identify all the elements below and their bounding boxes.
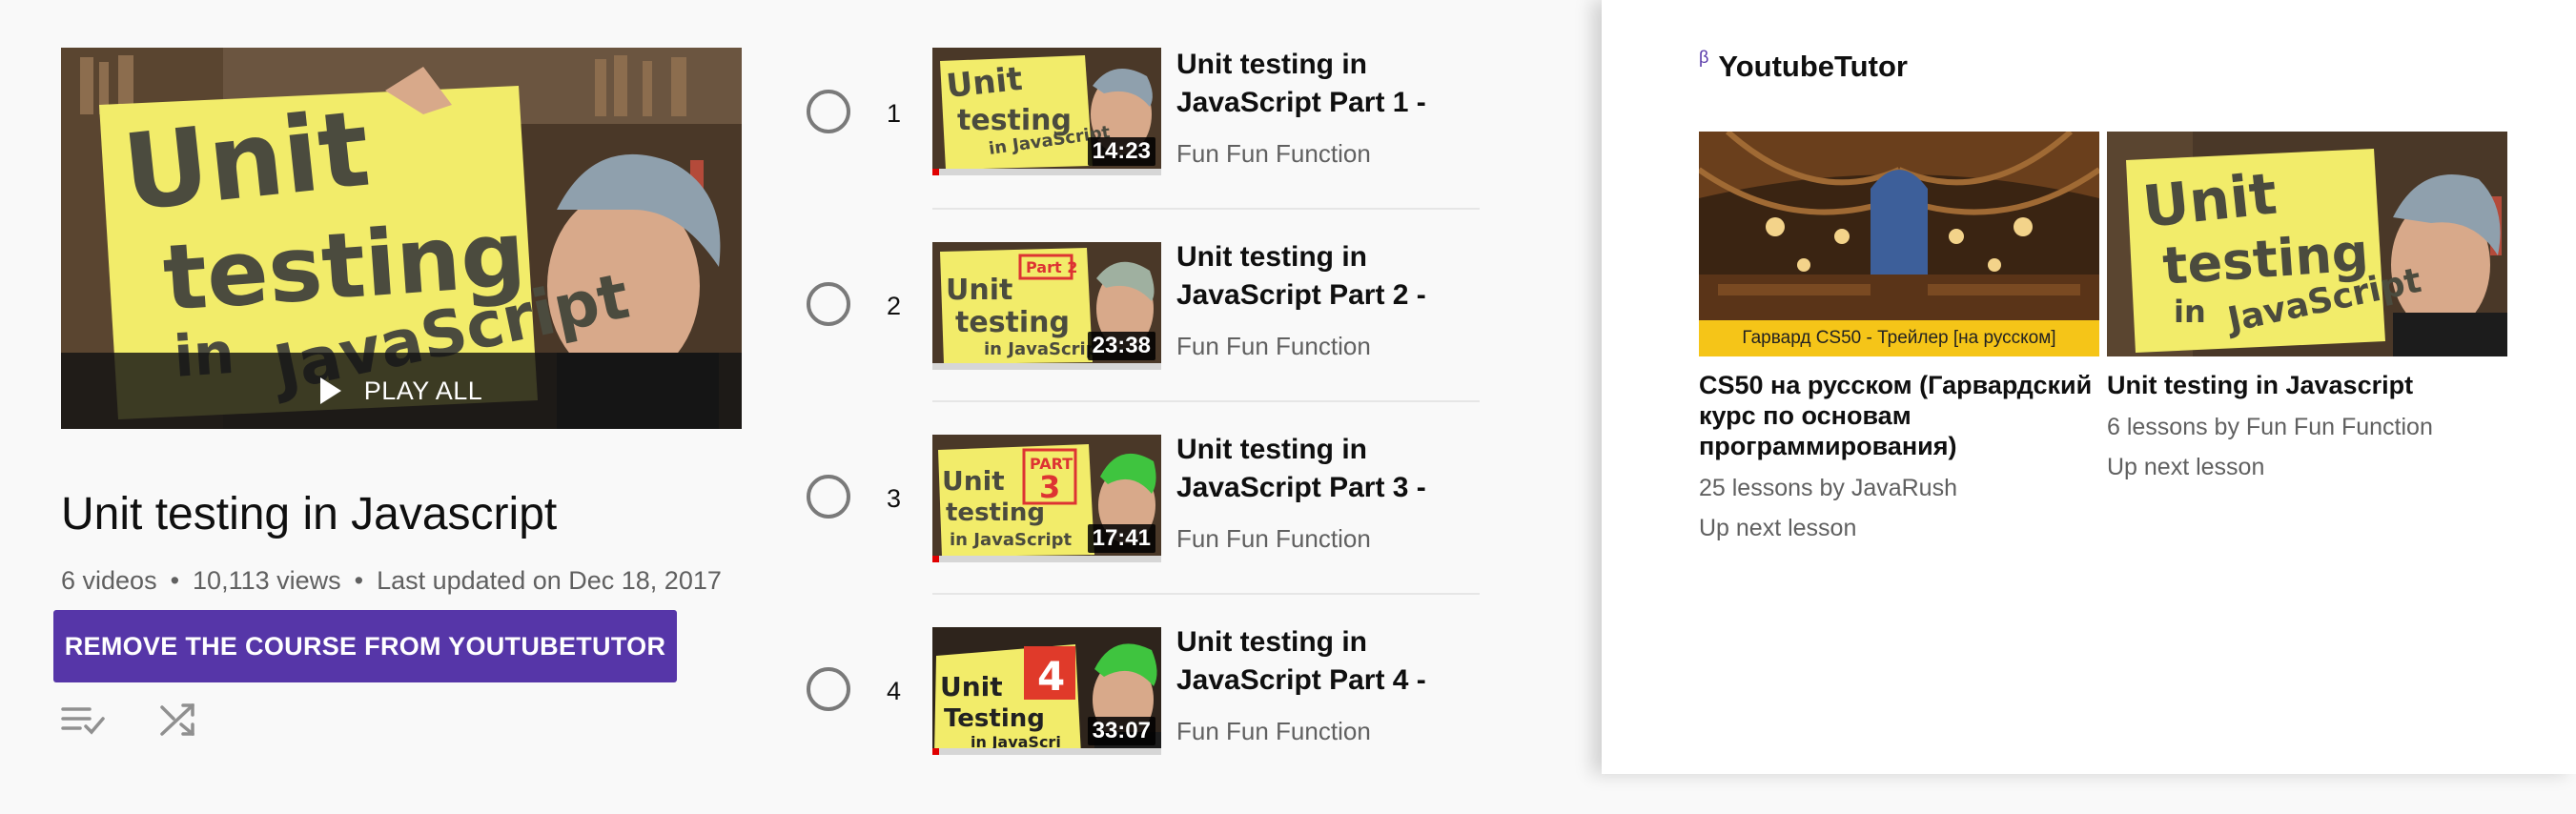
svg-text:Unit: Unit	[942, 465, 1005, 497]
svg-text:testing: testing	[946, 499, 1045, 527]
playlist-header: Unit testing in JavaScript PLAY ALL Unit…	[0, 0, 763, 774]
watch-progress-bar	[932, 169, 1161, 175]
watch-progress-bar	[932, 556, 1161, 562]
video-duration: 17:41	[1087, 524, 1155, 553]
watch-progress-bar	[932, 748, 1161, 755]
playlist-actions	[61, 702, 202, 740]
svg-text:Unit: Unit	[946, 274, 1012, 307]
video-channel[interactable]: Fun Fun Function	[1176, 524, 1371, 554]
playlist-title: Unit testing in Javascript	[61, 489, 558, 539]
video-thumbnail[interactable]: PART 3 Unit testing in JavaScript 17:41	[932, 435, 1161, 562]
video-title[interactable]: Unit testing in JavaScript Part 3 -	[1176, 431, 1482, 507]
video-list: 1 Unit testing in JavaScript 14:23 Unit te…	[791, 0, 1497, 774]
course-title[interactable]: Unit testing in Javascript	[2107, 370, 2507, 400]
video-title[interactable]: Unit testing in JavaScript Part 4 -	[1176, 623, 1482, 700]
course-card[interactable]: Unit testing in JavaScript Unit testing …	[2107, 132, 2507, 481]
shuffle-icon[interactable]	[156, 702, 202, 740]
youtubetutor-panel: β YoutubeTutor Гарвард CS50 - Трейлер [н…	[1602, 0, 2576, 774]
svg-text:Unit: Unit	[940, 671, 1003, 702]
course-thumbnail[interactable]: Гарвард CS50 - Трейлер [на русском]	[1699, 132, 2099, 356]
play-all-label: PLAY ALL	[363, 376, 483, 405]
video-index: 1	[887, 99, 902, 128]
svg-text:Testing: Testing	[944, 704, 1045, 733]
svg-text:in: in	[2174, 294, 2206, 330]
extension-brand: β YoutubeTutor	[1699, 48, 1908, 84]
playlist-stats: 6 videos • 10,113 views • Last updated o…	[61, 566, 722, 596]
watch-status-circle[interactable]	[807, 667, 850, 711]
remove-course-button[interactable]: REMOVE THE COURSE FROM YOUTUBETUTOR	[53, 610, 677, 682]
svg-text:Unit: Unit	[945, 60, 1024, 106]
video-channel[interactable]: Fun Fun Function	[1176, 139, 1371, 169]
video-duration: 23:38	[1087, 332, 1155, 360]
view-count: 10,113 views	[193, 566, 341, 595]
video-title[interactable]: Unit testing in JavaScript Part 2 -	[1176, 238, 1482, 315]
watch-status-circle[interactable]	[807, 90, 850, 133]
row-divider	[932, 208, 1480, 210]
video-channel[interactable]: Fun Fun Function	[1176, 332, 1371, 361]
row-divider	[932, 400, 1480, 402]
video-thumbnail[interactable]: Part 2 Unit testing in JavaScript 23:38	[932, 242, 1161, 370]
stats-separator: •	[170, 566, 180, 595]
svg-text:in JavaScript: in JavaScript	[950, 530, 1073, 550]
video-thumbnail[interactable]: Unit testing in JavaScript 14:23	[932, 48, 1161, 175]
course-title[interactable]: CS50 на русском (Гарвардский курс по осн…	[1699, 370, 2099, 461]
video-thumbnail[interactable]: 4 Unit Testing in JavaScri 33:07	[932, 627, 1161, 755]
video-duration: 14:23	[1087, 137, 1155, 166]
play-icon	[319, 377, 341, 404]
course-card[interactable]: Гарвард CS50 - Трейлер [на русском] CS50…	[1699, 132, 2099, 542]
watch-status-circle[interactable]	[807, 282, 850, 326]
watch-status-circle[interactable]	[807, 475, 850, 519]
video-index: 2	[887, 292, 902, 320]
watch-progress-bar	[932, 363, 1161, 370]
course-meta: 6 lessons by Fun Fun Function	[2107, 414, 2433, 440]
unit-testing-art: Unit testing in JavaScript	[2107, 132, 2507, 356]
video-duration: 33:07	[1087, 717, 1155, 745]
last-updated: Last updated on Dec 18, 2017	[377, 566, 722, 595]
extension-name: YoutubeTutor	[1718, 50, 1908, 83]
svg-text:4: 4	[1037, 653, 1065, 700]
course-meta: 25 lessons by JavaRush	[1699, 475, 1957, 501]
video-item[interactable]: 4 4 Unit Testing in JavaScri 33:07 Unit tes…	[791, 623, 1497, 814]
beta-badge: β	[1699, 48, 1709, 67]
playlist-check-icon[interactable]	[61, 702, 107, 740]
video-title[interactable]: Unit testing in JavaScript Part 1 -	[1176, 46, 1482, 122]
video-index: 3	[887, 484, 902, 513]
video-channel[interactable]: Fun Fun Function	[1176, 717, 1371, 746]
svg-text:Part 2: Part 2	[1026, 258, 1077, 276]
stats-separator: •	[354, 566, 364, 595]
play-all-button[interactable]: PLAY ALL	[61, 353, 742, 429]
svg-text:Unit: Unit	[117, 88, 375, 234]
up-next-link[interactable]: Up next lesson	[2107, 454, 2507, 481]
course-thumbnail[interactable]: Unit testing in JavaScript	[2107, 132, 2507, 356]
up-next-link[interactable]: Up next lesson	[1699, 515, 2099, 542]
playlist-thumbnail[interactable]: Unit testing in JavaScript PLAY ALL	[61, 48, 742, 429]
svg-text:testing: testing	[955, 306, 1070, 339]
video-count: 6 videos	[61, 566, 157, 595]
video-index: 4	[887, 677, 902, 705]
row-divider	[932, 593, 1480, 595]
thumbnail-caption: Гарвард CS50 - Трейлер [на русском]	[1699, 320, 2099, 356]
